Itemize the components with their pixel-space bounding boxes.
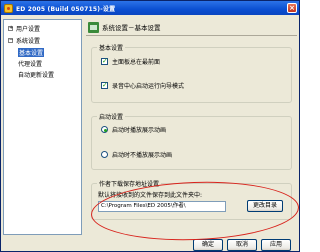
ok-button[interactable]: 确定 — [193, 239, 223, 251]
settings-tree: + 用户设置 − 系统设置 基本设置 代理设置 自动更新设置 — [3, 19, 82, 235]
tree-item-proxy-settings[interactable]: 代理设置 — [18, 59, 42, 68]
option-label: 启动时不播放展示动画 — [112, 152, 173, 159]
settings-window: ED 2005 (Build 050715)-设置 × + 用户设置 − 系统设… — [0, 0, 300, 252]
tree-item-basic-settings[interactable]: 基本设置 — [18, 48, 45, 57]
change-directory-button[interactable]: 更改目录 — [247, 200, 283, 212]
tree-item-label: 用户设置 — [16, 26, 41, 33]
no-animation-option[interactable]: 启动时不播放展示动画 — [101, 150, 172, 159]
option-label: 主面板总在最前面 — [112, 59, 161, 66]
expand-icon[interactable]: + — [8, 26, 13, 31]
page-header: 系统设置－基本设置 — [88, 20, 161, 34]
window-title: ED 2005 (Build 050715)-设置 — [16, 5, 116, 13]
tree-item-system-settings[interactable]: − 系统设置 — [8, 36, 40, 45]
radio-selected-icon[interactable] — [101, 126, 108, 133]
download-path-group: 作者下载保存地址设置 默认将接收到的文件保存到此文件夹中: C:\Program… — [91, 179, 292, 220]
checkbox-checked-icon[interactable]: ✓ — [101, 58, 108, 65]
basic-settings-group: 基本设置 ✓ 主面板总在最前面 ✓ 录音中心启动运行向导模式 — [91, 43, 292, 103]
wizard-mode-option[interactable]: ✓ 录音中心启动运行向导模式 — [101, 81, 184, 90]
download-path-input[interactable]: C:\Program Files\ED 2005\作者\ — [98, 201, 226, 212]
radio-unselected-icon[interactable] — [101, 151, 108, 158]
apply-button[interactable]: 应用 — [261, 239, 291, 251]
tree-item-label: 自动更新设置 — [18, 72, 55, 79]
tree-item-label: 基本设置 — [18, 48, 45, 57]
checkbox-checked-icon[interactable]: ✓ — [101, 82, 108, 89]
startup-settings-group: 启动设置 启动时播放展示动画 启动时不播放展示动画 — [91, 112, 292, 170]
page-title: 系统设置－基本设置 — [102, 24, 161, 32]
group-title: 基本设置 — [97, 43, 126, 52]
download-path-description: 默认将接收到的文件保存到此文件夹中: — [98, 192, 203, 199]
group-title: 启动设置 — [97, 112, 126, 121]
tree-item-auto-update-settings[interactable]: 自动更新设置 — [18, 70, 54, 79]
settings-panel: 系统设置－基本设置 基本设置 ✓ 主面板总在最前面 ✓ 录音中心启动运行向导模式… — [86, 19, 297, 235]
tree-item-user-settings[interactable]: + 用户设置 — [8, 24, 40, 33]
header-divider — [86, 35, 297, 36]
play-animation-option[interactable]: 启动时播放展示动画 — [101, 125, 166, 134]
settings-page-icon — [88, 21, 99, 33]
tree-item-label: 代理设置 — [18, 61, 43, 68]
cancel-button[interactable]: 取消 — [227, 239, 257, 251]
always-on-top-option[interactable]: ✓ 主面板总在最前面 — [101, 57, 160, 66]
option-label: 录音中心启动运行向导模式 — [112, 83, 185, 90]
collapse-icon[interactable]: − — [8, 38, 13, 43]
tree-item-label: 系统设置 — [16, 38, 41, 45]
group-title: 作者下载保存地址设置 — [97, 179, 162, 188]
close-button[interactable]: × — [287, 3, 297, 13]
title-bar[interactable]: ED 2005 (Build 050715)-设置 × — [1, 1, 299, 15]
option-label: 启动时播放展示动画 — [112, 127, 167, 134]
app-logo-icon — [4, 3, 13, 13]
